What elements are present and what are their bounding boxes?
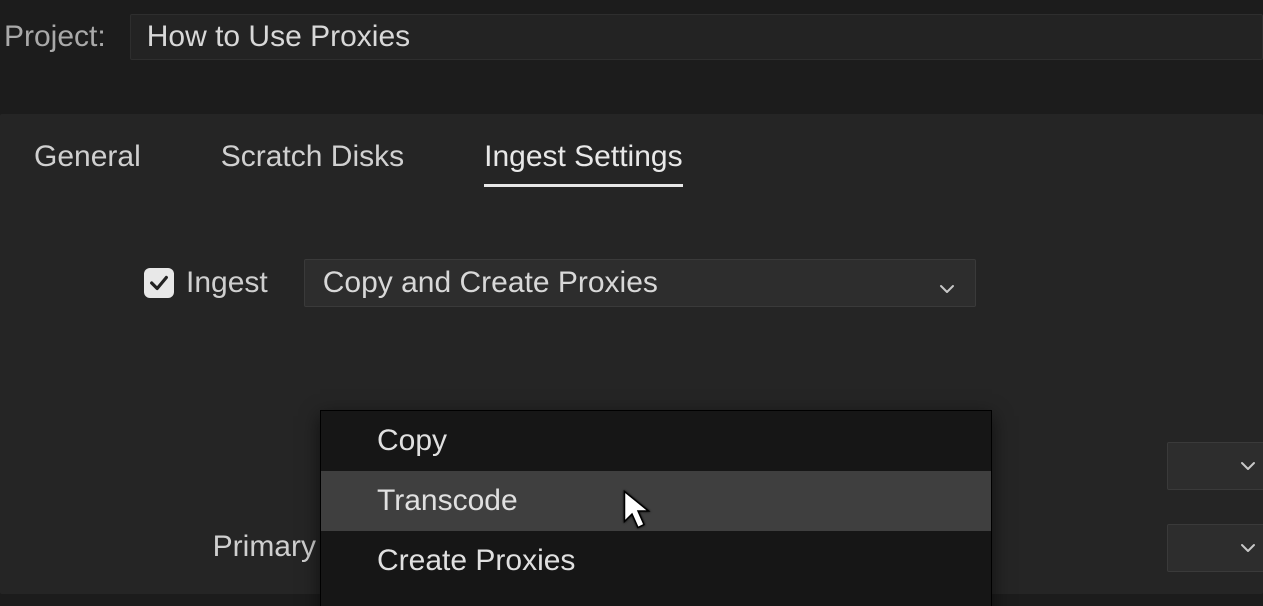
chevron-down-icon (1238, 456, 1258, 476)
chevron-down-icon (1238, 538, 1258, 558)
primary-label: Primary (116, 530, 316, 564)
ingest-mode-menu: Copy Transcode Create Proxies Copy and C… (320, 410, 992, 606)
secondary-dropdown-1[interactable] (1167, 442, 1263, 490)
check-icon (148, 272, 170, 294)
project-row: Project: How to Use Proxies (0, 0, 1263, 74)
tab-scratch-disks[interactable]: Scratch Disks (221, 140, 404, 184)
ingest-row: Ingest Copy and Create Proxies (144, 259, 1229, 307)
ingest-option-create-proxies[interactable]: Create Proxies (321, 531, 991, 591)
ingest-option-label: Transcode (377, 484, 518, 518)
ingest-mode-selected: Copy and Create Proxies (323, 266, 658, 300)
ingest-option-transcode[interactable]: Transcode (321, 471, 991, 531)
project-name-field[interactable]: How to Use Proxies (130, 14, 1263, 60)
primary-destination-dropdown[interactable] (1167, 524, 1263, 572)
ingest-option-copy[interactable]: Copy (321, 411, 991, 471)
ingest-checkbox[interactable] (144, 268, 174, 298)
tab-general[interactable]: General (34, 140, 141, 184)
ingest-form: Ingest Copy and Create Proxies (34, 259, 1229, 307)
chevron-down-icon (937, 273, 957, 293)
ingest-option-label: Copy (377, 424, 447, 458)
ingest-mode-dropdown[interactable]: Copy and Create Proxies (304, 259, 976, 307)
ingest-option-label: Create Proxies (377, 544, 575, 578)
ingest-option-copy-and-create-proxies[interactable]: Copy and Create Proxies (321, 591, 991, 606)
project-label: Project: (4, 20, 106, 54)
project-name-text: How to Use Proxies (147, 20, 410, 54)
tab-ingest-settings[interactable]: Ingest Settings (484, 140, 682, 187)
ingest-label: Ingest (186, 266, 268, 300)
project-settings-panel: General Scratch Disks Ingest Settings In… (0, 114, 1263, 594)
settings-tabs: General Scratch Disks Ingest Settings (34, 140, 1229, 187)
